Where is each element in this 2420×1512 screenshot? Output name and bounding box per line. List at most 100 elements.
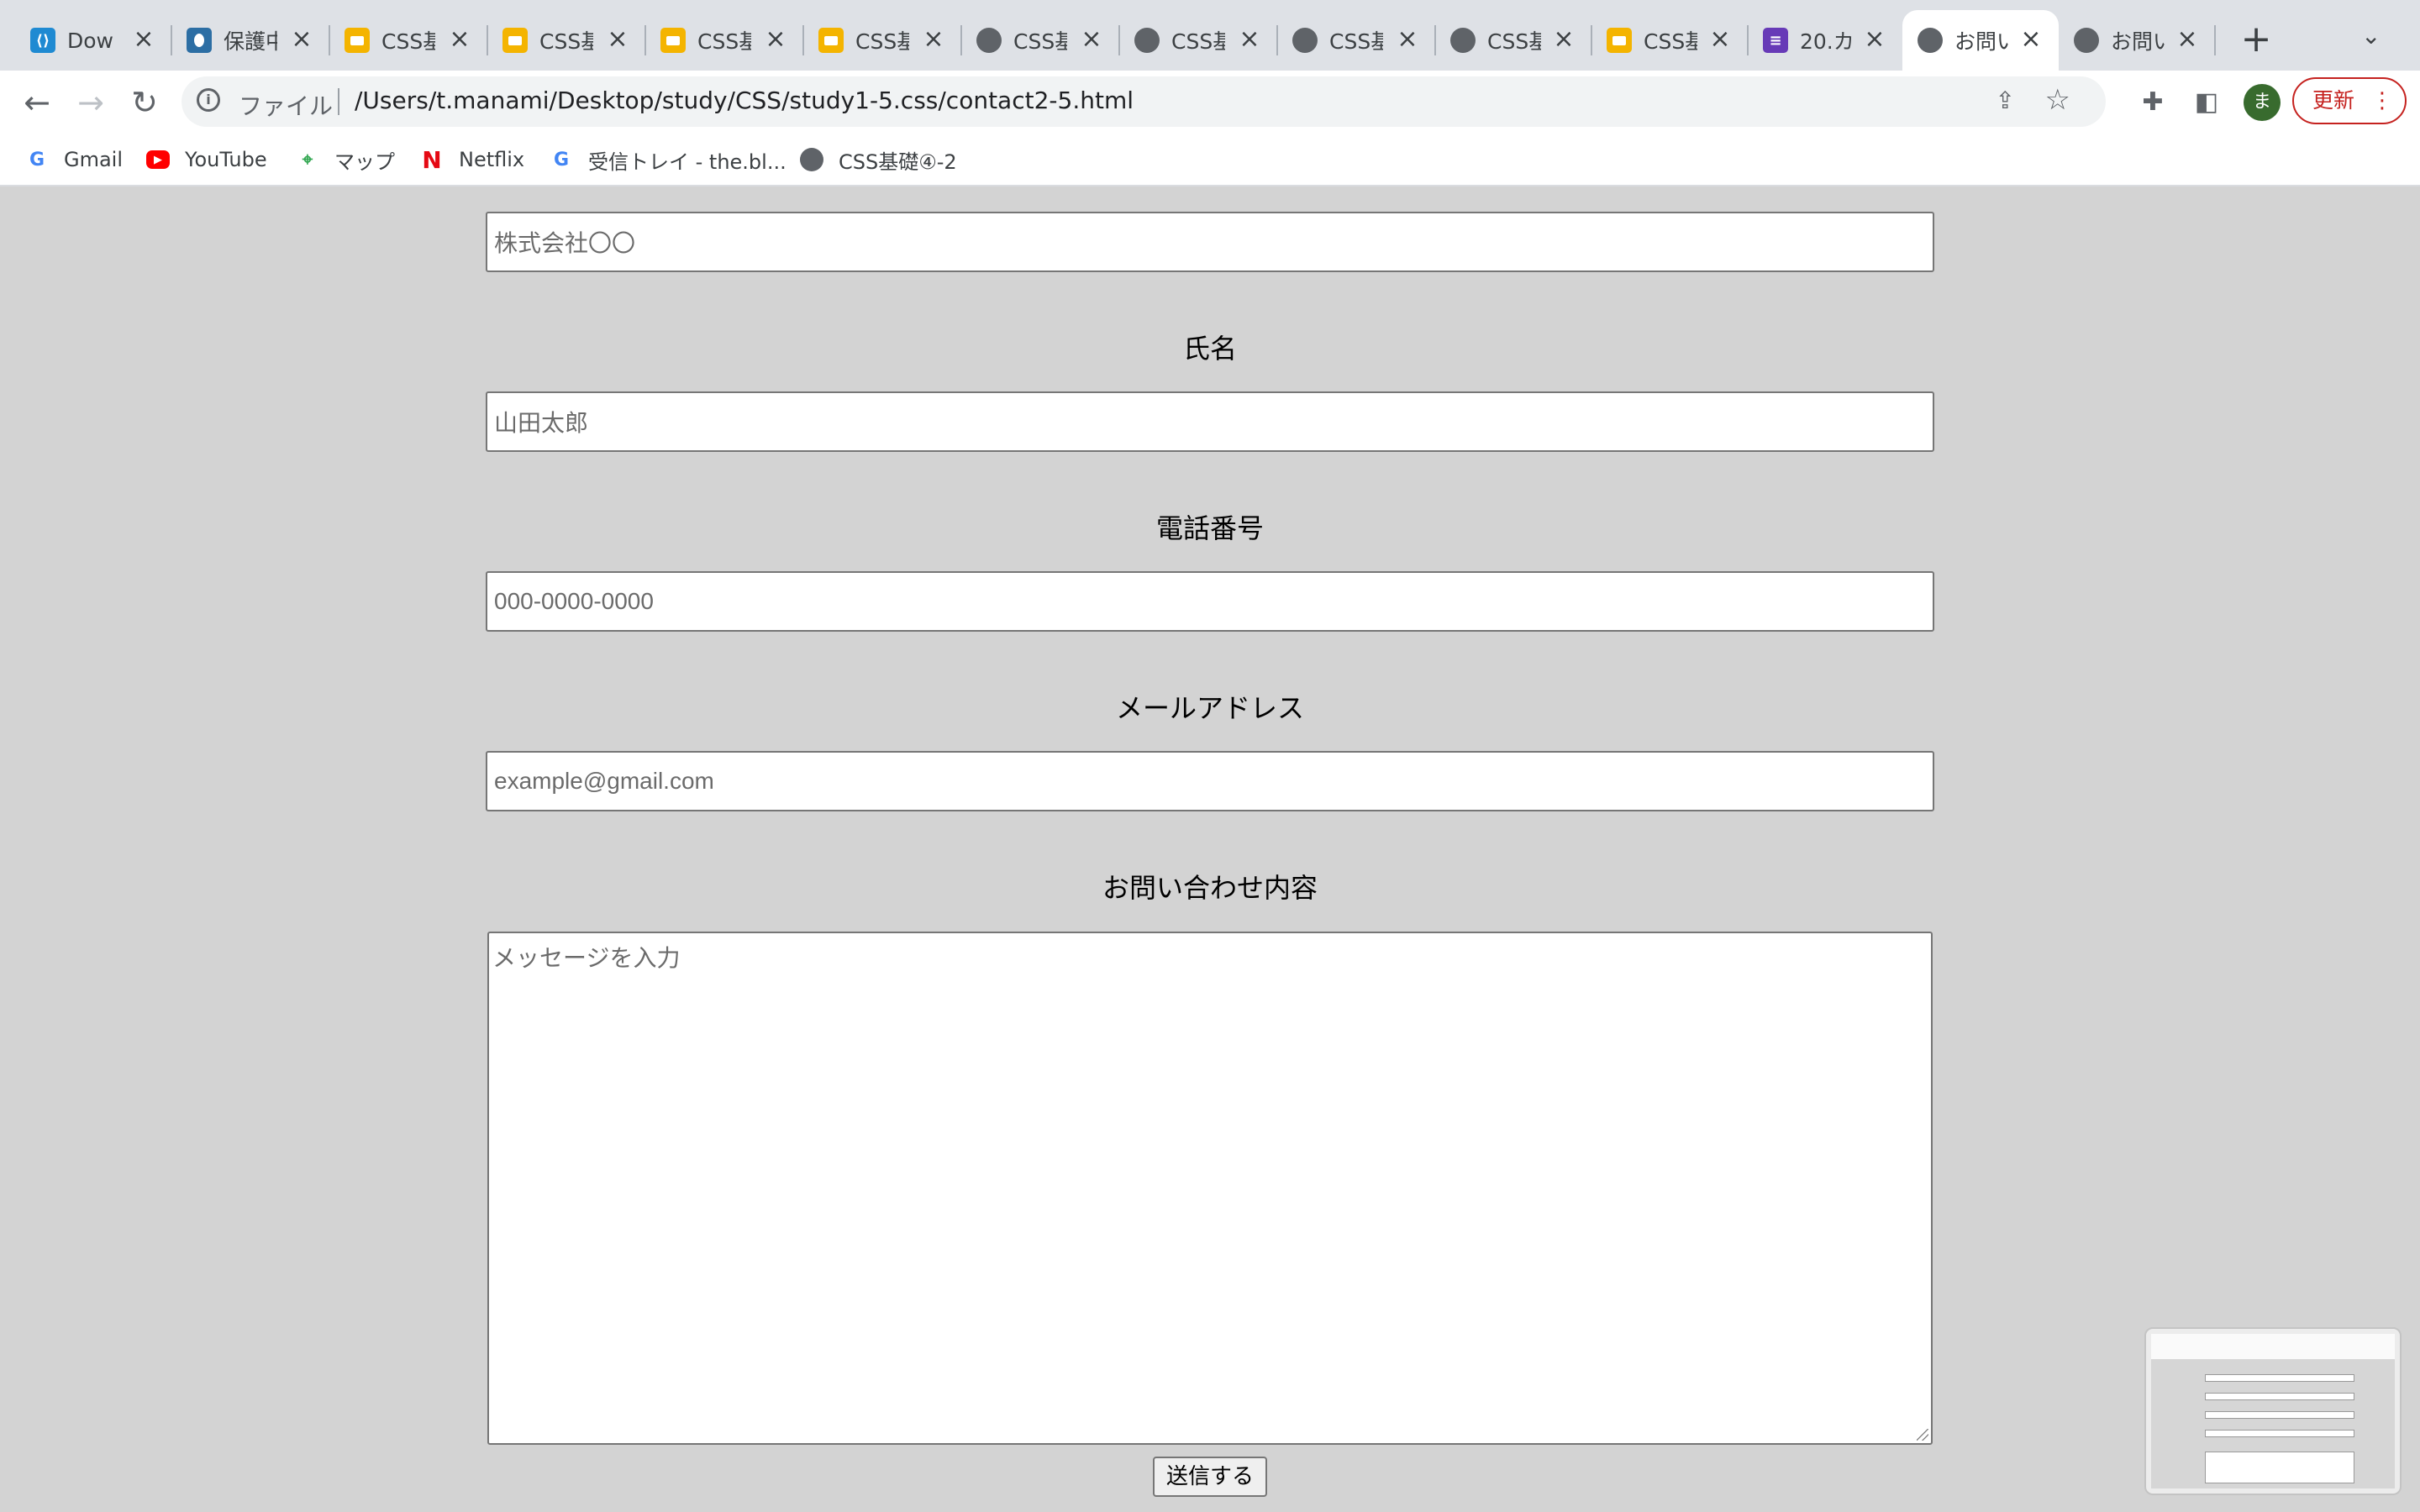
tab-title: CSS基 bbox=[855, 29, 909, 54]
tab-12[interactable]: ≡ 20.カ × bbox=[1748, 10, 1902, 71]
youtube-icon: ▶ bbox=[146, 150, 170, 169]
close-icon[interactable]: × bbox=[287, 25, 316, 54]
preview-field bbox=[2205, 1411, 2354, 1419]
globe-icon bbox=[976, 28, 1002, 53]
close-icon[interactable]: × bbox=[1860, 25, 1889, 54]
close-icon[interactable]: × bbox=[1235, 25, 1264, 54]
close-icon[interactable]: × bbox=[129, 25, 158, 54]
share-icon[interactable]: ⇪ bbox=[1996, 87, 2015, 114]
close-icon[interactable]: × bbox=[1706, 25, 1734, 54]
email-input[interactable]: example@gmail.com bbox=[486, 751, 1934, 811]
slides-icon bbox=[818, 28, 844, 53]
tab-4[interactable]: CSS基 × bbox=[487, 10, 646, 71]
close-icon[interactable]: × bbox=[1393, 25, 1422, 54]
forms-icon: ≡ bbox=[1763, 28, 1788, 53]
tab-9[interactable]: CSS基 × bbox=[1277, 10, 1436, 71]
google-icon: G bbox=[29, 149, 45, 171]
bookmark-gmail[interactable]: G Gmail bbox=[25, 144, 123, 175]
tab-title: Dow bbox=[67, 28, 113, 53]
shield-icon bbox=[187, 28, 212, 53]
close-icon[interactable]: × bbox=[919, 25, 948, 54]
tab-3[interactable]: CSS基 × bbox=[329, 10, 488, 71]
update-label: 更新 bbox=[2312, 88, 2355, 113]
globe-icon bbox=[2074, 28, 2099, 53]
scheme-label: ファイル bbox=[239, 92, 334, 120]
url-text[interactable]: /Users/t.manami/Desktop/study/CSS/study1… bbox=[355, 87, 1134, 114]
window-preview-thumbnail[interactable] bbox=[2144, 1327, 2402, 1495]
tab-title: 20.カ bbox=[1800, 29, 1854, 54]
close-icon[interactable]: × bbox=[603, 25, 632, 54]
resize-handle-icon[interactable] bbox=[1917, 1429, 1928, 1441]
preview-toolbar bbox=[2151, 1334, 2395, 1359]
name-label: 氏名 bbox=[1182, 333, 1237, 365]
tab-8[interactable]: CSS基 × bbox=[1119, 10, 1278, 71]
side-panel-icon[interactable]: ◧ bbox=[2188, 84, 2225, 121]
tab-title: CSS基 bbox=[1487, 29, 1541, 54]
company-input[interactable]: 株式会社〇〇 bbox=[486, 212, 1934, 272]
tab-title: お問い bbox=[1954, 29, 2008, 54]
bookmark-label: CSS基礎④-2 bbox=[839, 150, 957, 174]
bookmark-youtube[interactable]: ▶ YouTube bbox=[146, 144, 267, 175]
tab-10[interactable]: CSS基 × bbox=[1435, 10, 1592, 71]
tab-search-chevron-icon[interactable]: ⌄ bbox=[2361, 22, 2381, 50]
bookmark-label: マップ bbox=[334, 150, 395, 174]
bookmark-label: Gmail bbox=[64, 148, 124, 171]
message-placeholder: メッセージを入力 bbox=[492, 944, 681, 972]
preview-field bbox=[2205, 1430, 2354, 1437]
message-textarea[interactable]: メッセージを入力 bbox=[487, 932, 1933, 1445]
email-placeholder: example@gmail.com bbox=[494, 768, 714, 794]
tab-title: CSS基 bbox=[1171, 29, 1225, 54]
name-input[interactable]: 山田太郎 bbox=[486, 391, 1934, 452]
close-icon[interactable]: × bbox=[1549, 25, 1578, 54]
info-icon[interactable]: i bbox=[197, 88, 220, 112]
bookmark-star-icon[interactable]: ☆ bbox=[2045, 83, 2070, 117]
back-arrow-icon[interactable]: ← bbox=[18, 84, 55, 121]
tab-1[interactable]: ⟨⟩ Dow × bbox=[15, 10, 172, 71]
extensions-puzzle-icon[interactable]: ✚ bbox=[2134, 84, 2171, 121]
tab-title: 保護中 bbox=[224, 29, 277, 54]
vscode-icon: ⟨⟩ bbox=[30, 28, 55, 53]
maps-icon: ⌖ bbox=[302, 149, 313, 171]
bookmark-inbox[interactable]: G 受信トレイ - the.bl... bbox=[550, 144, 786, 175]
tab-title: CSS基 bbox=[1644, 29, 1697, 54]
close-icon[interactable]: × bbox=[445, 25, 474, 54]
submit-button[interactable]: 送信する bbox=[1153, 1457, 1267, 1497]
forward-arrow-icon[interactable]: → bbox=[72, 84, 109, 121]
profile-avatar[interactable]: ま bbox=[2244, 84, 2281, 121]
update-button[interactable]: 更新 ⋮ bbox=[2292, 77, 2407, 124]
close-icon[interactable]: × bbox=[2173, 25, 2202, 54]
preview-page bbox=[2151, 1359, 2395, 1488]
tab-14[interactable]: お問い × bbox=[2059, 10, 2216, 71]
tab-title: CSS基 bbox=[1329, 29, 1383, 54]
tab-5[interactable]: CSS基 × bbox=[645, 10, 804, 71]
tab-2[interactable]: 保護中 × bbox=[171, 10, 330, 71]
reload-icon[interactable]: ↻ bbox=[126, 84, 163, 121]
bookmark-maps[interactable]: ⌖ マップ bbox=[296, 144, 395, 175]
phone-label: 電話番号 bbox=[1155, 512, 1264, 544]
name-placeholder: 山田太郎 bbox=[494, 410, 589, 436]
company-placeholder: 株式会社〇〇 bbox=[494, 230, 636, 256]
close-icon[interactable]: × bbox=[1077, 25, 1106, 54]
globe-icon bbox=[800, 148, 823, 171]
bookmark-netflix[interactable]: N Netflix bbox=[420, 144, 524, 175]
new-tab-button[interactable]: + bbox=[2235, 18, 2277, 60]
tab-11[interactable]: CSS基 × bbox=[1591, 10, 1749, 71]
bookmark-css[interactable]: CSS基礎④-2 bbox=[800, 144, 957, 175]
tab-7[interactable]: CSS基 × bbox=[961, 10, 1120, 71]
tab-6[interactable]: CSS基 × bbox=[803, 10, 962, 71]
close-icon[interactable]: × bbox=[2017, 25, 2045, 54]
slides-icon bbox=[660, 28, 686, 53]
phone-placeholder: 000-0000-0000 bbox=[494, 588, 654, 614]
address-bar[interactable]: i ファイル /Users/t.manami/Desktop/study/CSS… bbox=[182, 76, 2106, 127]
message-label: お問い合わせ内容 bbox=[1102, 872, 1318, 904]
slides-icon bbox=[502, 28, 528, 53]
bookmark-label: YouTube bbox=[185, 148, 267, 171]
menu-dots-icon[interactable]: ⋮ bbox=[2371, 79, 2393, 123]
phone-input[interactable]: 000-0000-0000 bbox=[486, 571, 1934, 632]
close-icon[interactable]: × bbox=[761, 25, 790, 54]
globe-icon bbox=[1918, 28, 1943, 53]
tab-13-active[interactable]: お問い × bbox=[1902, 10, 2059, 71]
preview-field bbox=[2205, 1374, 2354, 1382]
toolbar: ← → ↻ i ファイル /Users/t.manami/Desktop/stu… bbox=[0, 71, 2420, 133]
preview-textarea bbox=[2205, 1452, 2354, 1483]
